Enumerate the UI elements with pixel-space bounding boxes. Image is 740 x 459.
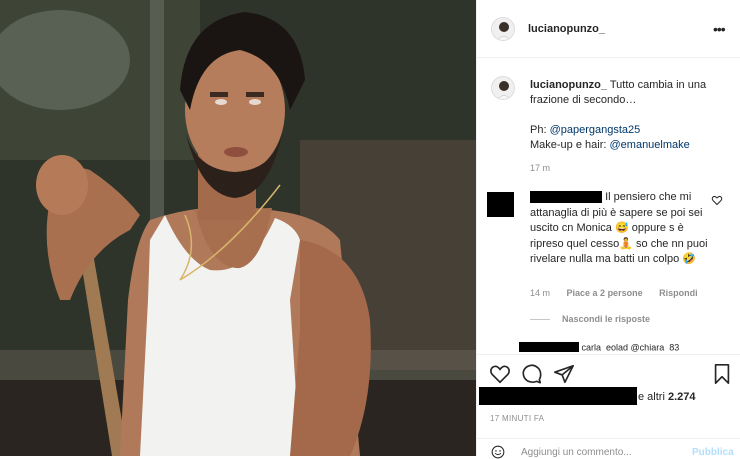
publish-button[interactable]: Pubblica bbox=[692, 447, 734, 458]
likes-suffix: e altri bbox=[638, 391, 665, 403]
emoji-icon[interactable] bbox=[491, 445, 505, 459]
reply-preview-text: carla_eolad @chiara_83 bbox=[581, 342, 680, 352]
likes-text: e altri 2.274 bbox=[638, 391, 696, 403]
ph-mention-link[interactable]: @papergangsta25 bbox=[550, 124, 641, 136]
ellipsis-icon[interactable]: ••• bbox=[713, 21, 726, 37]
commenter-avatar-redacted bbox=[487, 192, 514, 217]
likes-summary[interactable]: e altri 2.274 bbox=[477, 387, 740, 407]
comment-meta: 14 m Piace a 2 persone Rispondi bbox=[530, 288, 712, 298]
likes-count: 2.274 bbox=[667, 391, 696, 403]
reply-button[interactable]: Rispondi bbox=[659, 288, 698, 298]
post-timestamp: 17 MINUTI FA bbox=[490, 414, 545, 423]
caption-username[interactable]: lucianopunzo_ bbox=[530, 79, 607, 91]
liker-username-redacted bbox=[479, 387, 637, 405]
author-avatar[interactable] bbox=[491, 17, 515, 41]
mua-mention-link[interactable]: @emanuelmake bbox=[610, 139, 690, 151]
author-username[interactable]: lucianopunzo_ bbox=[528, 23, 605, 35]
avatar-image bbox=[492, 77, 514, 99]
comment-heart-icon[interactable] bbox=[711, 194, 723, 206]
add-comment-input[interactable]: Aggiungi un commento... bbox=[521, 447, 632, 458]
caption-avatar[interactable] bbox=[491, 76, 515, 100]
comment-text: Il pensiero che mi attanaglia di più è s… bbox=[530, 190, 710, 268]
ph-label: Ph: bbox=[530, 124, 547, 136]
comment-bubble-icon[interactable] bbox=[521, 363, 543, 385]
comment-time: 14 m bbox=[530, 288, 551, 298]
add-comment-row: Aggiungi un commento... Pubblica bbox=[477, 438, 740, 459]
reply-preview: carla_eolad @chiara_83 bbox=[519, 342, 740, 352]
action-bar bbox=[477, 354, 740, 390]
reply-avatar-redacted bbox=[519, 342, 579, 352]
post-header: lucianopunzo_ ••• bbox=[477, 0, 740, 58]
post-photo[interactable] bbox=[0, 0, 476, 456]
avatar-image bbox=[492, 18, 514, 40]
post-side-panel: lucianopunzo_ ••• lucianopunzo_ Tutto ca… bbox=[476, 0, 740, 459]
bookmark-icon[interactable] bbox=[711, 363, 733, 385]
hide-replies-label: Nascondi le risposte bbox=[562, 314, 651, 324]
caption-text: lucianopunzo_ Tutto cambia in una frazio… bbox=[530, 78, 730, 176]
replies-divider bbox=[530, 319, 550, 321]
share-send-icon[interactable] bbox=[553, 363, 575, 385]
hide-replies-button[interactable]: Nascondi le risposte bbox=[530, 314, 650, 324]
mua-label: Make-up e hair: bbox=[530, 139, 607, 151]
instagram-post-window: lucianopunzo_ ••• lucianopunzo_ Tutto ca… bbox=[0, 0, 740, 459]
commenter-username-redacted bbox=[530, 191, 602, 204]
comment-likes-link[interactable]: Piace a 2 persone bbox=[567, 288, 643, 298]
post-photo-illustration bbox=[0, 0, 476, 456]
caption-time: 17 m bbox=[530, 163, 551, 173]
like-heart-icon[interactable] bbox=[489, 363, 511, 385]
